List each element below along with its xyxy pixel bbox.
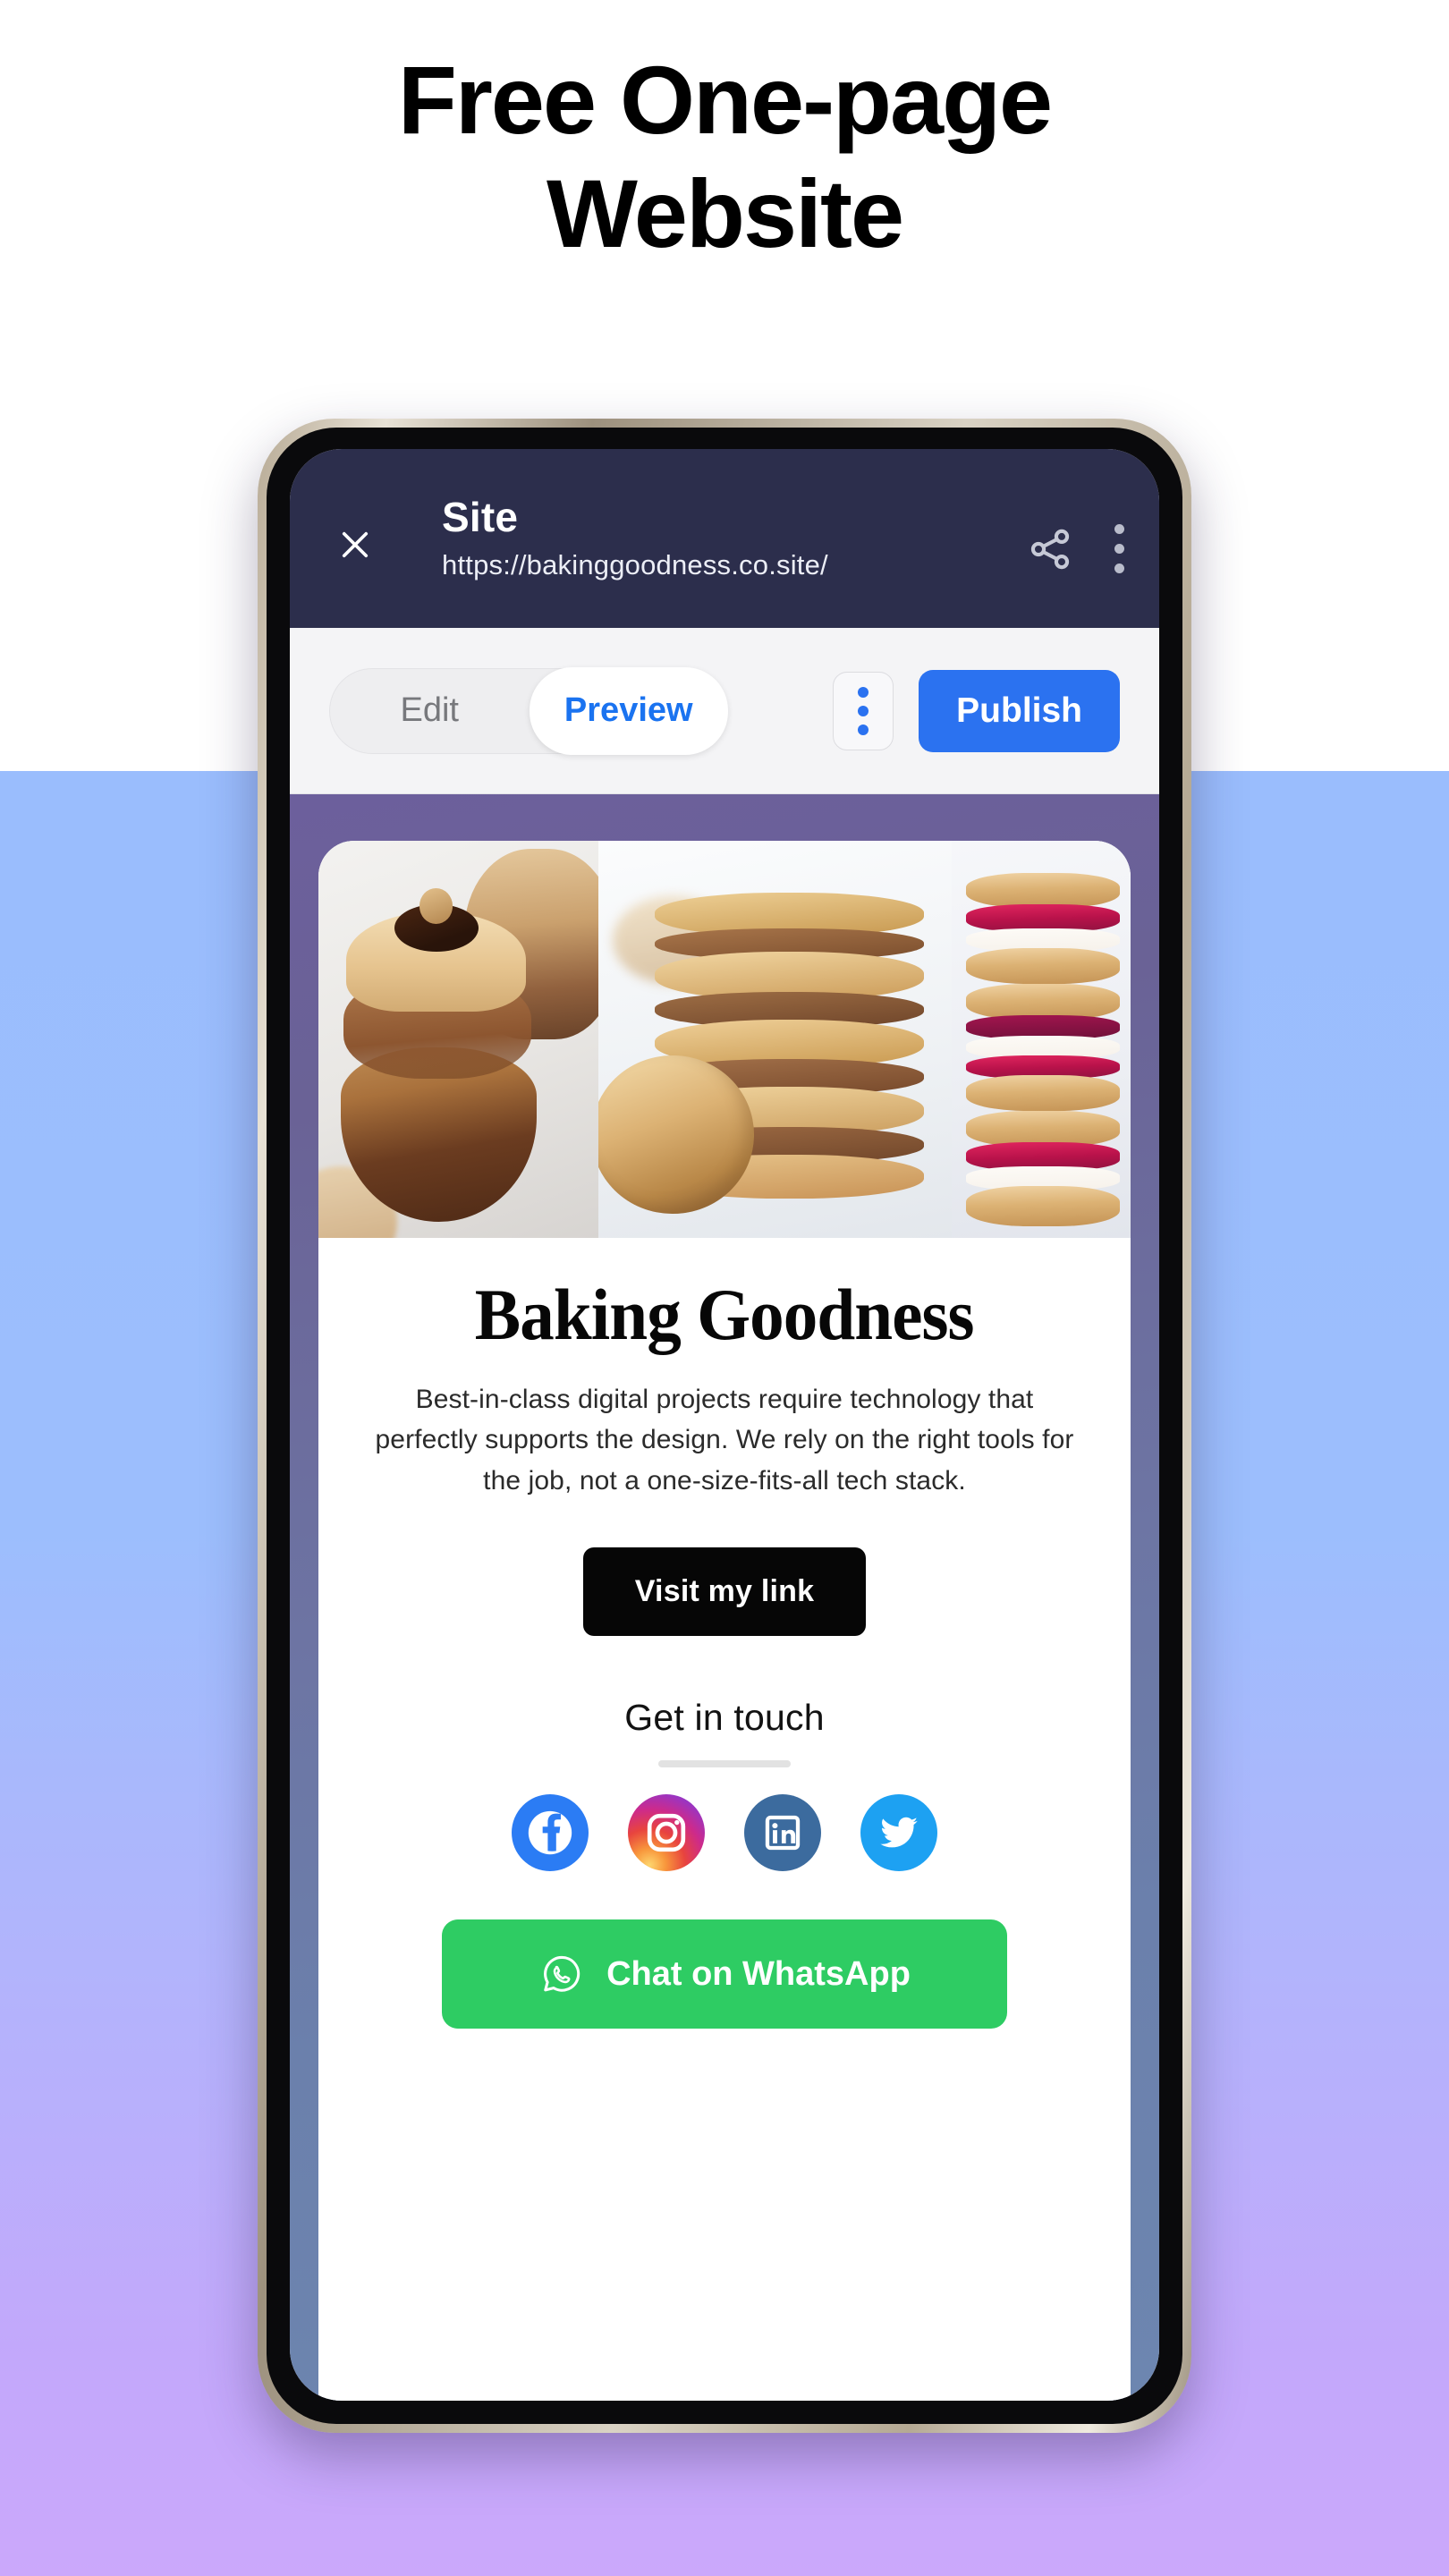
site-preview: Baking Goodness Best-in-class digital pr…	[290, 794, 1159, 2401]
dot	[858, 724, 869, 735]
almond-cookie-stack-photo	[598, 841, 953, 1238]
publish-button[interactable]: Publish	[919, 669, 1120, 752]
tab-preview[interactable]: Preview	[529, 666, 728, 755]
photo-element	[966, 983, 1120, 1020]
tab-edit[interactable]: Edit	[330, 669, 530, 753]
close-icon[interactable]	[327, 517, 383, 572]
chat-on-whatsapp-button[interactable]: Chat on WhatsApp	[442, 1919, 1007, 2029]
promo-headline-line-1: Free One-page	[397, 46, 1053, 154]
site-description: Best-in-class digital projects require t…	[375, 1384, 1074, 1496]
hero-image-collage	[318, 841, 1131, 1238]
photo-element	[966, 1110, 1120, 1147]
dot	[1114, 564, 1124, 573]
instagram-icon[interactable]	[628, 1794, 705, 1872]
toolbar-right-actions: Publish	[833, 669, 1120, 752]
promo-headline-line-2: Website	[546, 159, 904, 268]
more-vertical-icon[interactable]	[833, 671, 894, 750]
social-links-row	[512, 1794, 937, 1872]
whatsapp-icon	[544, 1956, 580, 1993]
dot	[858, 686, 869, 698]
dot	[1114, 524, 1124, 534]
promo-headline: Free One-page Website	[0, 43, 1449, 271]
phone-screen: Site https://bakinggoodness.co.site/ Edi…	[290, 449, 1159, 2401]
photo-element	[966, 872, 1120, 909]
app-header-texts: Site https://bakinggoodness.co.site/	[442, 496, 828, 581]
raspberry-cream-sandwich-cookies-photo	[952, 841, 1131, 1238]
app-header-title: Site	[442, 494, 519, 540]
dot	[858, 705, 869, 716]
linkedin-icon[interactable]	[744, 1794, 821, 1872]
app-header: Site https://bakinggoodness.co.site/	[290, 449, 1159, 628]
phone-bezel: Site https://bakinggoodness.co.site/ Edi…	[267, 428, 1182, 2424]
site-content-card: Baking Goodness Best-in-class digital pr…	[318, 841, 1131, 2401]
app-header-url: https://bakinggoodness.co.site/	[442, 549, 828, 581]
app-header-actions	[1027, 524, 1125, 573]
site-title: Baking Goodness	[475, 1274, 975, 1355]
chat-on-whatsapp-label: Chat on WhatsApp	[606, 1954, 911, 1993]
photo-element	[966, 947, 1120, 984]
get-in-touch-heading: Get in touch	[624, 1697, 825, 1739]
edit-preview-segmented-control[interactable]: Edit Preview	[329, 666, 728, 755]
site-text-section: Baking Goodness Best-in-class digital pr…	[318, 1238, 1131, 2401]
dot	[1114, 544, 1124, 554]
photo-element	[966, 1074, 1120, 1111]
facebook-icon[interactable]	[512, 1794, 589, 1872]
photo-element	[966, 1186, 1120, 1226]
visit-my-link-button[interactable]: Visit my link	[582, 1547, 867, 1637]
more-vertical-icon[interactable]	[1113, 524, 1125, 573]
share-icon[interactable]	[1027, 526, 1073, 572]
twitter-icon[interactable]	[860, 1794, 937, 1872]
editor-toolbar: Edit Preview Publish	[290, 628, 1159, 794]
phone-mockup: Site https://bakinggoodness.co.site/ Edi…	[258, 419, 1191, 2433]
divider	[658, 1760, 791, 1768]
chocolate-hazelnut-dessert-photo	[318, 841, 599, 1238]
